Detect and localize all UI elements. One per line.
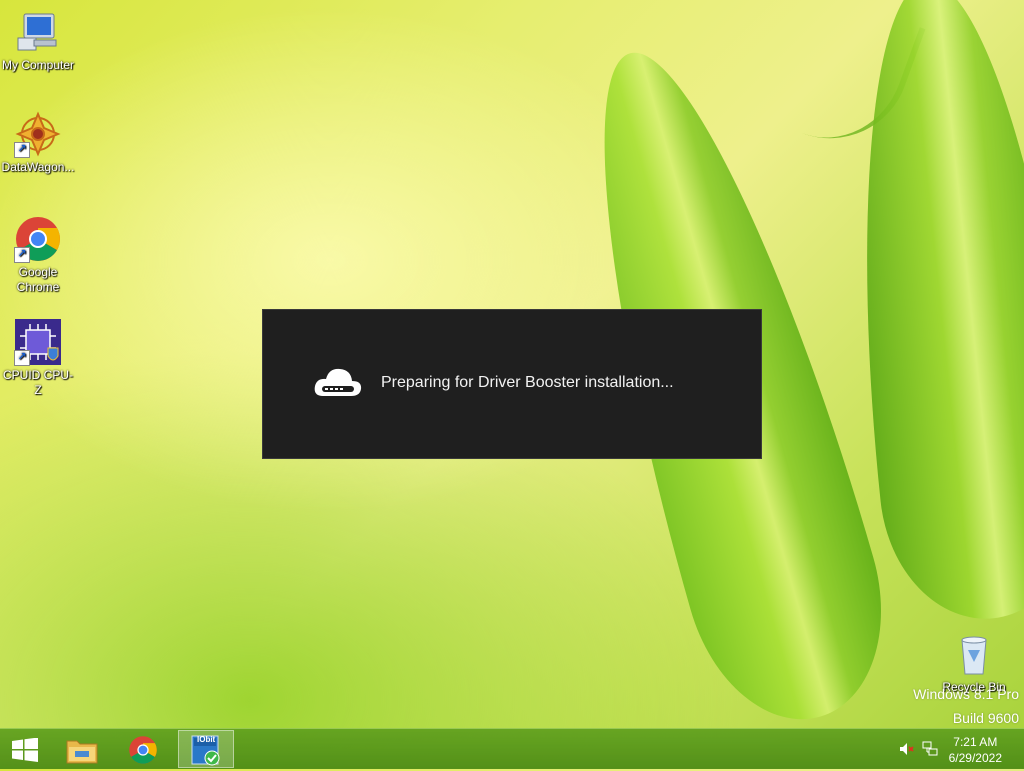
desktop-icon-chrome[interactable]: ↗ Google Chrome — [0, 215, 76, 295]
shortcut-arrow-icon: ↗ — [14, 142, 30, 158]
clock-date: 6/29/2022 — [948, 751, 1002, 765]
chrome-button[interactable] — [116, 730, 172, 768]
desktop-icon-label: My Computer — [1, 58, 75, 72]
installer-dialog: Preparing for Driver Booster installatio… — [262, 309, 762, 459]
dialog-message: Preparing for Driver Booster installatio… — [381, 374, 674, 391]
cpuz-icon: ↗ — [14, 318, 62, 366]
iobit-label: IObit — [197, 735, 216, 744]
system-clock[interactable]: 7:21 AM 6/29/2022 — [949, 734, 1002, 766]
desktop-icon-label: Google Chrome — [16, 265, 60, 294]
desktop-icon-cpuz[interactable]: ↗ CPUID CPU-Z — [0, 318, 76, 398]
desktop-icon-my-computer[interactable]: My Computer — [0, 8, 76, 73]
start-button[interactable] — [0, 730, 56, 768]
build-watermark: Build 9600 — [952, 710, 1019, 726]
windows-watermark: Windows 8.1 Pro — [913, 686, 1019, 702]
recycle-bin-icon — [950, 630, 998, 678]
iobit-button[interactable]: IObit — [178, 730, 234, 768]
cloud-upload-icon — [313, 362, 363, 407]
shortcut-arrow-icon: ↗ — [14, 350, 30, 366]
shortcut-arrow-icon: ↗ — [14, 247, 30, 263]
windows-logo-icon — [11, 737, 39, 767]
network-icon[interactable] — [922, 741, 938, 757]
chrome-icon — [128, 735, 158, 770]
desktop-icon-datawagon[interactable]: ↗ DataWagon... — [0, 110, 76, 175]
chrome-icon: ↗ — [14, 215, 62, 263]
datawagon-icon: ↗ — [14, 110, 62, 158]
file-explorer-button[interactable] — [56, 730, 112, 768]
my-computer-icon — [14, 8, 62, 56]
clock-time: 7:21 AM — [953, 735, 998, 749]
folder-icon — [65, 735, 99, 770]
volume-muted-icon[interactable] — [898, 741, 914, 757]
desktop-icon-label: CPUID CPU-Z — [2, 368, 73, 397]
taskbar: IObit 7:21 AM 6/29/2022 — [0, 728, 1024, 769]
desktop-icon-label: DataWagon... — [1, 160, 75, 174]
